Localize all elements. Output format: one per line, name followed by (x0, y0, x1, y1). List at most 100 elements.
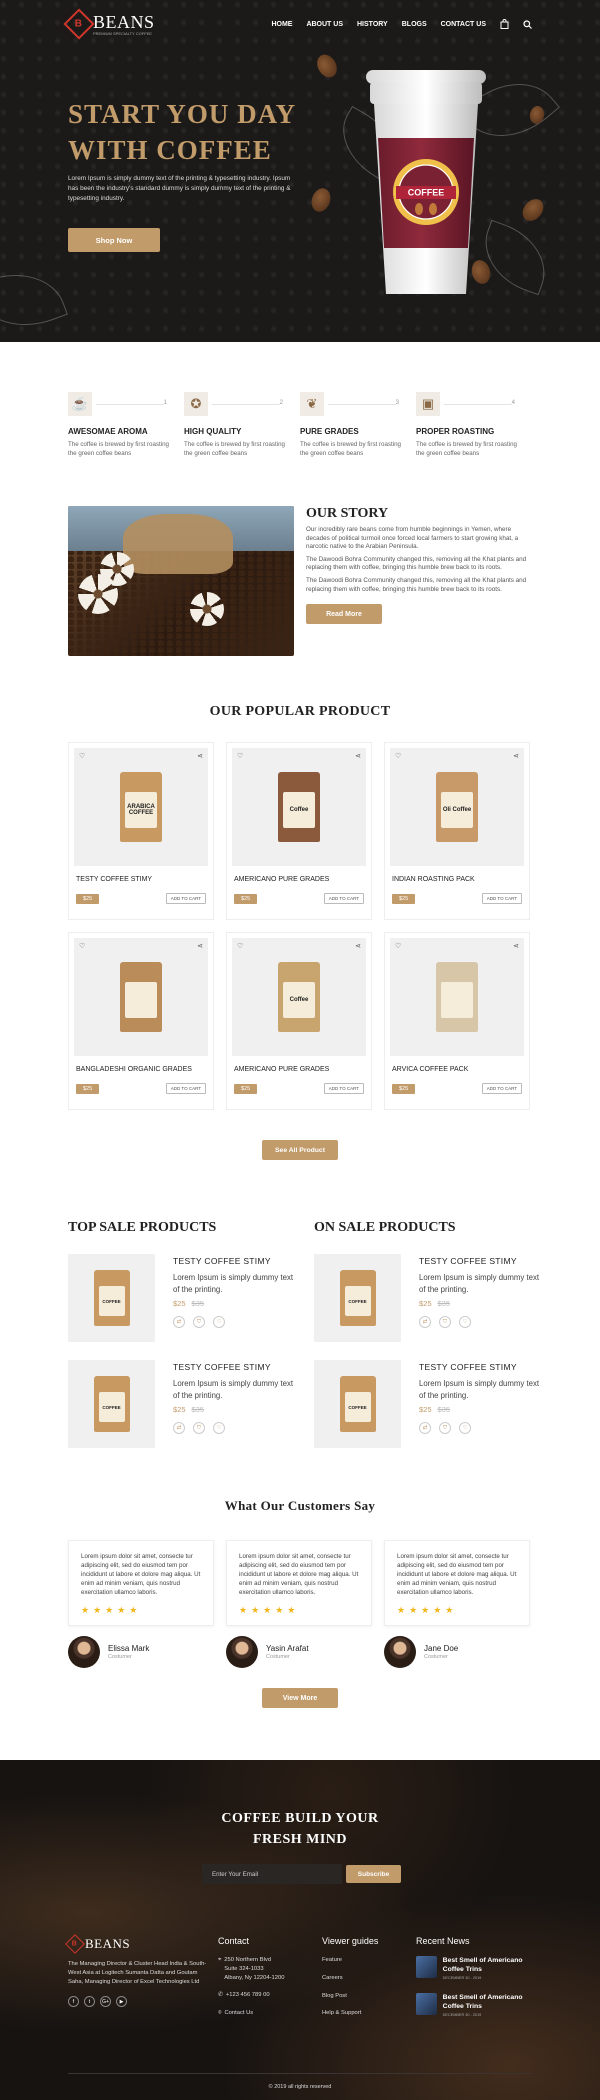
sale-product-text: Lorem Ipsum is simply dummy text of the … (419, 1273, 540, 1294)
features-section: ☕ 1 AWESOMAE AROMA The coffee is brewed … (0, 392, 600, 458)
share-icon[interactable]: ⋖ (197, 942, 203, 950)
phone-number[interactable]: +123 456 789 00 (226, 1991, 270, 2000)
bag-label: COFFEE (344, 1286, 371, 1316)
footer-news: Recent News Best Smell of Americano Coff… (416, 1936, 532, 2030)
testimonials-grid: Lorem ipsum dolor sit amet, consecte tur… (0, 1540, 600, 1668)
product-card[interactable]: ♡ ⋖ Coffee AMERICANO PURE GRADES $25 ADD… (226, 742, 372, 920)
product-card[interactable]: ♡ ⋖ Coffee AMERICANO PURE GRADES $25 ADD… (226, 932, 372, 1110)
heart-icon[interactable]: ♡ (459, 1422, 471, 1434)
testimonial-box: Lorem ipsum dolor sit amet, consecte tur… (226, 1540, 372, 1626)
cart-icon[interactable]: ⛉ (439, 1422, 451, 1434)
sale-product[interactable]: COFFEE TESTY COFFEE STIMY Lorem Ipsum is… (314, 1254, 544, 1342)
share-icon[interactable]: ⋖ (197, 752, 203, 760)
brand-logo[interactable]: B BEANS PREMIUM SPECIALTY COFFEE (63, 8, 155, 40)
feature-text: The coffee is brewed by first roasting t… (300, 441, 401, 457)
feature-item: ☕ 1 AWESOMAE AROMA The coffee is brewed … (68, 392, 184, 458)
bag-label: Coffee (283, 982, 315, 1018)
product-footer: $25 ADD TO CART (74, 1083, 208, 1094)
heart-icon[interactable]: ♡ (213, 1422, 225, 1434)
social-links: f t G+ ▶ (68, 1996, 208, 2008)
nav-about-us[interactable]: ABOUT US (306, 21, 343, 28)
footer-logo[interactable]: B BEANS (65, 1934, 208, 1954)
feature-title: PROPER ROASTING (416, 427, 495, 436)
facebook-icon[interactable]: f (68, 1996, 79, 2008)
add-to-cart-button[interactable]: ADD TO CART (165, 1083, 206, 1094)
heart-icon[interactable]: ♡ (79, 752, 85, 760)
product-price: $25 (392, 1083, 416, 1094)
sale-product[interactable]: COFFEE TESTY COFFEE STIMY Lorem Ipsum is… (68, 1360, 298, 1448)
guide-blog-post-link[interactable]: Blog Post (322, 1992, 416, 2001)
contact-link: ⌾ Contact Us (218, 2009, 322, 2018)
hero-section: B BEANS PREMIUM SPECIALTY COFFEE HOME AB… (0, 0, 600, 342)
contact-us-link[interactable]: Contact Us (224, 2009, 253, 2018)
rating-stars: ★★★★★ (397, 1605, 458, 1615)
view-more-button[interactable]: View More (262, 1688, 338, 1708)
compare-icon[interactable]: ⇄ (173, 1422, 185, 1434)
compare-icon[interactable]: ⇄ (173, 1316, 185, 1328)
sale-product-image: COFFEE (68, 1254, 155, 1342)
testimonials-title: What Our Customers Say (224, 1498, 376, 1513)
share-icon[interactable]: ⋖ (513, 942, 519, 950)
heart-icon[interactable]: ♡ (79, 942, 85, 950)
old-price: $35 (191, 1405, 205, 1414)
product-card[interactable]: ♡ ⋖ Oli Coffee INDIAN ROASTING PACK $25 … (384, 742, 530, 920)
product-card[interactable]: ♡ ⋖ BANGLADESHI ORGANIC GRADES $25 ADD T… (68, 932, 214, 1110)
sale-product[interactable]: COFFEE TESTY COFFEE STIMY Lorem Ipsum is… (68, 1254, 298, 1342)
nav-contact-us[interactable]: CONTACT US (441, 21, 486, 28)
cart-icon[interactable]: ⛉ (193, 1316, 205, 1328)
heart-icon[interactable]: ♡ (459, 1316, 471, 1328)
feature-title: HIGH QUALITY (184, 427, 242, 436)
sale-price: $25 (173, 1299, 186, 1308)
guide-feature-link[interactable]: Feature (322, 1956, 416, 1965)
cart-icon[interactable]: ⛉ (439, 1316, 451, 1328)
newsletter-form: Enter Your Email Subscribe (202, 1864, 401, 1884)
sale-product-name: TESTY COFFEE STIMY (173, 1362, 271, 1372)
our-story-section: OUR STORY Our incredibly rare beans come… (0, 506, 600, 656)
email-input[interactable]: Enter Your Email (202, 1864, 342, 1884)
on-sale-column: ON SALE PRODUCTS COFFEE TESTY COFFEE STI… (314, 1220, 544, 1448)
product-card[interactable]: ♡ ⋖ ARABICA COFFEE TESTY COFFEE STIMY $2… (68, 742, 214, 920)
share-icon[interactable]: ⋖ (355, 942, 361, 950)
search-icon[interactable] (523, 19, 532, 29)
shop-now-button[interactable]: Shop Now (68, 228, 160, 252)
product-card[interactable]: ♡ ⋖ ARVICA COFFEE PACK $25 ADD TO CART (384, 932, 530, 1110)
subscribe-button[interactable]: Subscribe (346, 1865, 401, 1883)
google-plus-icon[interactable]: G+ (100, 1996, 111, 2008)
product-name: ARVICA COFFEE PACK (392, 1066, 469, 1073)
author-role: Costumer (108, 1654, 132, 1660)
heart-icon[interactable]: ♡ (213, 1316, 225, 1328)
guide-careers-link[interactable]: Careers (322, 1974, 416, 1983)
feature-divider: 4 (444, 400, 515, 406)
shopping-bag-icon[interactable] (500, 19, 509, 29)
youtube-icon[interactable]: ▶ (116, 1996, 127, 2008)
sale-product[interactable]: COFFEE TESTY COFFEE STIMY Lorem Ipsum is… (314, 1360, 544, 1448)
feature-number: 3 (395, 399, 399, 406)
avatar (68, 1636, 100, 1668)
nav-history[interactable]: HISTORY (357, 21, 388, 28)
nav-home[interactable]: HOME (271, 21, 292, 28)
news-item[interactable]: Best Smell of Americano Coffee Trins DECE… (416, 1956, 532, 1981)
cart-icon[interactable]: ⛉ (193, 1422, 205, 1434)
read-more-button[interactable]: Read More (306, 604, 382, 625)
location-icon: ⌖ (218, 1957, 222, 1963)
compare-icon[interactable]: ⇄ (419, 1422, 431, 1434)
add-to-cart-button[interactable]: ADD TO CART (481, 1083, 522, 1094)
add-to-cart-button[interactable]: ADD TO CART (323, 1083, 364, 1094)
news-title: Best Smell of Americano Coffee Trins (442, 1957, 523, 1973)
heart-icon[interactable]: ♡ (237, 752, 243, 760)
heart-icon[interactable]: ♡ (395, 942, 401, 950)
see-all-product-button[interactable]: See All Product (262, 1140, 338, 1160)
heart-icon[interactable]: ♡ (237, 942, 243, 950)
heart-icon[interactable]: ♡ (395, 752, 401, 760)
add-to-cart-button[interactable]: ADD TO CART (481, 893, 522, 904)
guide-help-support-link[interactable]: Help & Support (322, 2009, 416, 2018)
share-icon[interactable]: ⋖ (355, 752, 361, 760)
add-to-cart-button[interactable]: ADD TO CART (165, 893, 206, 904)
news-item[interactable]: Best Smell of Americano Coffee Trins DECE… (416, 1993, 532, 2018)
nav-blogs[interactable]: BLOGS (402, 21, 427, 28)
compare-icon[interactable]: ⇄ (419, 1316, 431, 1328)
add-to-cart-button[interactable]: ADD TO CART (323, 893, 364, 904)
twitter-icon[interactable]: t (84, 1996, 95, 2008)
news-date: DECEMBER 30 - 2019 (442, 1976, 482, 1980)
share-icon[interactable]: ⋖ (513, 752, 519, 760)
